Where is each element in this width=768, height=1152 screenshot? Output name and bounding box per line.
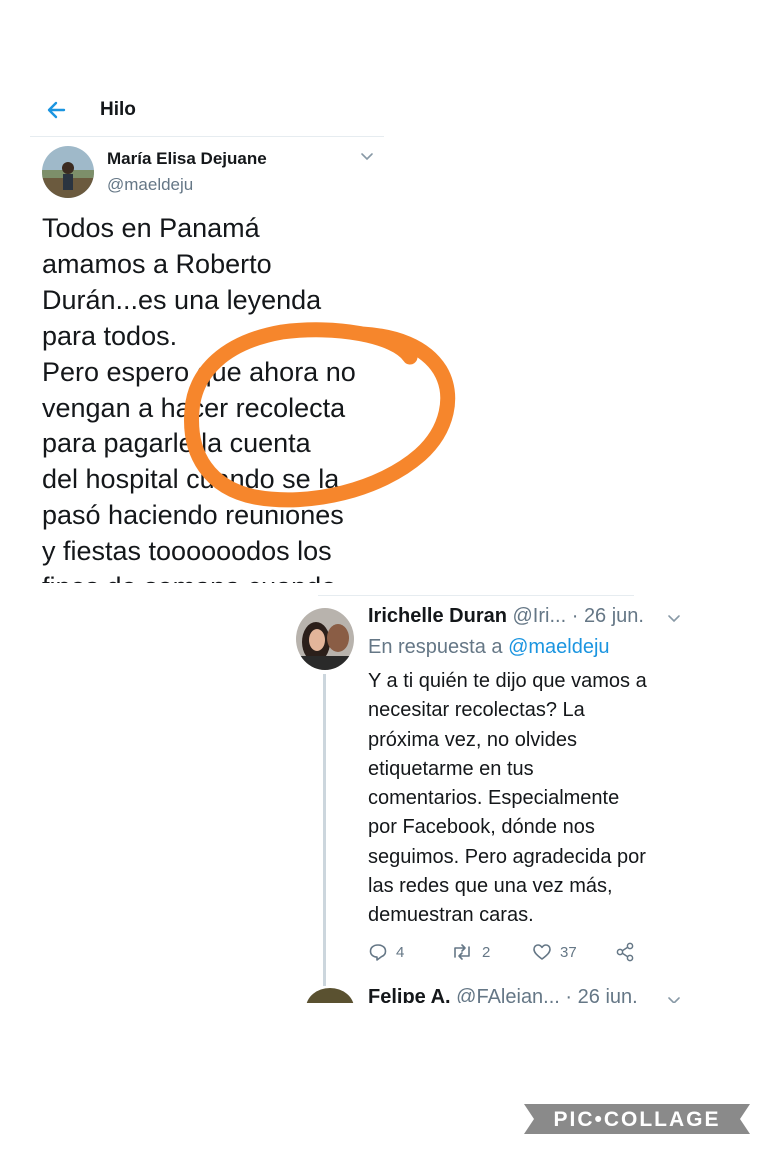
heart-icon [533, 944, 551, 960]
chevron-down-icon [668, 615, 680, 623]
reply-header: Irichelle Duran @Iri... · 26 jun. [368, 605, 644, 628]
page-title: Hilo [100, 99, 136, 120]
arrow-left-icon [47, 101, 66, 119]
tweet-line: y fiestas toooooodos los [42, 536, 332, 567]
avatar[interactable] [296, 608, 354, 670]
reply-line: necesitar recolectas? La [368, 699, 585, 722]
tweet-line: Durán...es una leyenda [42, 284, 322, 315]
reply-text: Y a ti quién te dijo que vamos a necesit… [368, 667, 698, 931]
pic-collage-watermark: PIC•COLLAGE [524, 1104, 750, 1134]
author-handle[interactable]: @FAlejan... [456, 986, 560, 1003]
avatar[interactable] [42, 146, 94, 198]
tweet-line: fines de semana cuando [42, 570, 382, 583]
tweet-line: para todos. [42, 320, 178, 351]
meta-separator: · [565, 986, 573, 1003]
reply-line: comentarios. Especialmente [368, 787, 620, 810]
thread-line [323, 674, 326, 986]
meta-separator: · [571, 605, 579, 627]
divider [318, 595, 634, 596]
author-name[interactable]: María Elisa Dejuane [107, 149, 267, 169]
tweet-line: Todos en Panamá [42, 213, 260, 243]
in-reply-prefix: En respuesta a [368, 636, 503, 658]
next-reply-preview[interactable]: Felipe A. @FAlejan... · 26 jun. [300, 984, 700, 1003]
tweet-line: amamos a Roberto [42, 248, 272, 279]
back-button[interactable] [42, 98, 72, 122]
tweet-date[interactable]: 26 jun. [578, 986, 638, 1003]
chevron-down-icon [668, 997, 680, 1003]
tweet-actions: 4 2 37 [368, 940, 668, 964]
reply-count: 4 [396, 943, 405, 961]
reply-line: por Facebook, dónde nos [368, 816, 595, 839]
tweet-date[interactable]: 26 jun. [584, 605, 644, 627]
tweet-line: pasó haciendo reuniones [42, 500, 344, 531]
tweet-line: del hospital cuando se la [42, 464, 340, 495]
author-handle[interactable]: @maeldeju [107, 175, 193, 195]
tweet-menu-button[interactable] [666, 612, 682, 624]
avatar[interactable] [306, 988, 354, 1003]
reply-line: etiquetarme en tus [368, 757, 534, 780]
tweet-menu-button[interactable] [358, 150, 376, 164]
tweet-line: vengan a hacer recolecta [42, 392, 346, 423]
author-handle[interactable]: @Iri... [513, 605, 567, 627]
retweet-button[interactable]: 2 [450, 940, 490, 964]
reply-line: próxima vez, no olvides [368, 728, 577, 751]
author-name[interactable]: Felipe A. [368, 986, 451, 1003]
reply-button[interactable]: 4 [368, 940, 404, 964]
comment-icon [369, 944, 387, 961]
like-count: 37 [560, 943, 577, 961]
reply-line: Y a ti quién te dijo que vamos a [368, 670, 647, 692]
watermark-text: PIC•COLLAGE [553, 1108, 720, 1131]
tweet-text: Todos en Panamá amamos a Roberto Durán..… [42, 211, 382, 583]
tweet-line: Pero espero que ahora no [42, 356, 356, 387]
reply-line: seguimos. Pero agradecida por [368, 845, 646, 868]
chevron-down-icon [361, 153, 373, 161]
author-name[interactable]: Irichelle Duran [368, 605, 507, 627]
reply-line: demuestran caras. [368, 904, 534, 927]
tweet-menu-button[interactable] [666, 994, 682, 1003]
tweet-line: para pagarle la cuenta [42, 428, 311, 459]
in-reply-handle-link[interactable]: @maeldeju [508, 636, 609, 658]
share-icon [616, 942, 634, 962]
thread-header: Hilo [30, 88, 384, 137]
reply-header: Felipe A. @FAlejan... · 26 jun. [368, 986, 638, 1003]
retweet-count: 2 [482, 943, 491, 961]
like-button[interactable]: 37 [532, 940, 577, 964]
reply-line: las redes que una vez más, [368, 875, 613, 898]
share-button[interactable] [614, 940, 636, 964]
retweet-icon [454, 944, 470, 960]
in-reply-to: En respuesta a @maeldeju [368, 636, 610, 659]
